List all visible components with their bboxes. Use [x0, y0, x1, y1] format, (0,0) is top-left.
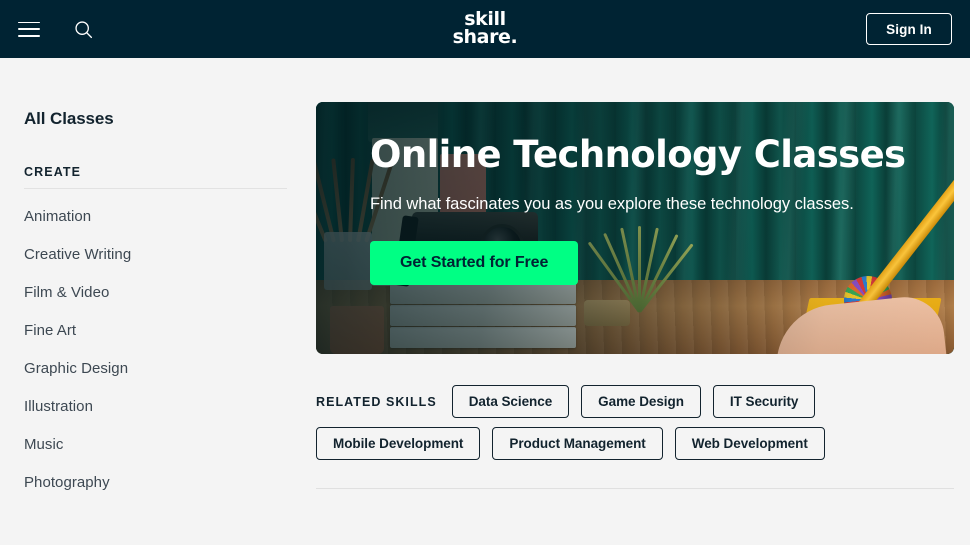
sidebar-item-music[interactable]: Music: [24, 425, 288, 463]
section-divider: [316, 488, 954, 489]
hero-title: Online Technology Classes: [370, 133, 906, 176]
search-button[interactable]: [66, 12, 100, 46]
search-icon: [73, 19, 94, 40]
sidebar-item-creative-writing[interactable]: Creative Writing: [24, 235, 288, 273]
get-started-button[interactable]: Get Started for Free: [370, 241, 579, 286]
category-sidebar: All Classes CREATE Animation Creative Wr…: [0, 58, 316, 545]
sidebar-item-photography[interactable]: Photography: [24, 463, 288, 501]
sidebar-item-film-video[interactable]: Film & Video: [24, 273, 288, 311]
related-skills-label: RELATED SKILLS: [316, 394, 437, 409]
hamburger-menu-button[interactable]: [12, 12, 46, 46]
skill-pill-mobile-development[interactable]: Mobile Development: [316, 427, 481, 460]
skill-pill-web-development[interactable]: Web Development: [674, 427, 825, 460]
related-skills-row-one: RELATED SKILLS Data Science Game Design …: [316, 385, 954, 418]
related-skills-row-two: Mobile Development Product Management We…: [316, 427, 954, 460]
hero-subtitle: Find what fascinates you as you explore …: [370, 194, 854, 213]
logo-line-two: share.: [452, 26, 518, 48]
skillshare-logo[interactable]: skill share.: [452, 10, 518, 48]
sidebar-item-animation[interactable]: Animation: [24, 189, 288, 235]
sidebar-item-all-classes[interactable]: All Classes: [24, 109, 114, 129]
sidebar-item-graphic-design[interactable]: Graphic Design: [24, 349, 288, 387]
hamburger-menu-icon: [18, 21, 40, 37]
skill-pill-it-security[interactable]: IT Security: [712, 385, 816, 418]
sidebar-category-list: Animation Creative Writing Film & Video …: [24, 189, 288, 501]
skill-pill-data-science[interactable]: Data Science: [451, 385, 570, 418]
logo-container: skill share.: [0, 0, 970, 58]
sign-in-button[interactable]: Sign In: [866, 13, 952, 45]
site-header: skill share. Sign In: [0, 0, 970, 58]
header-left-controls: [0, 12, 100, 46]
header-right-controls: Sign In: [866, 13, 970, 45]
skill-pill-game-design[interactable]: Game Design: [581, 385, 701, 418]
skill-pill-product-management[interactable]: Product Management: [492, 427, 663, 460]
sidebar-section-create: CREATE: [24, 165, 287, 189]
related-skills-section: RELATED SKILLS Data Science Game Design …: [316, 385, 954, 460]
hero-content: Online Technology Classes Find what fasc…: [370, 133, 914, 286]
main-content: Online Technology Classes Find what fasc…: [316, 58, 970, 545]
hero-banner: Online Technology Classes Find what fasc…: [316, 102, 954, 354]
sidebar-item-illustration[interactable]: Illustration: [24, 387, 288, 425]
page-body: All Classes CREATE Animation Creative Wr…: [0, 58, 970, 545]
sidebar-item-fine-art[interactable]: Fine Art: [24, 311, 288, 349]
